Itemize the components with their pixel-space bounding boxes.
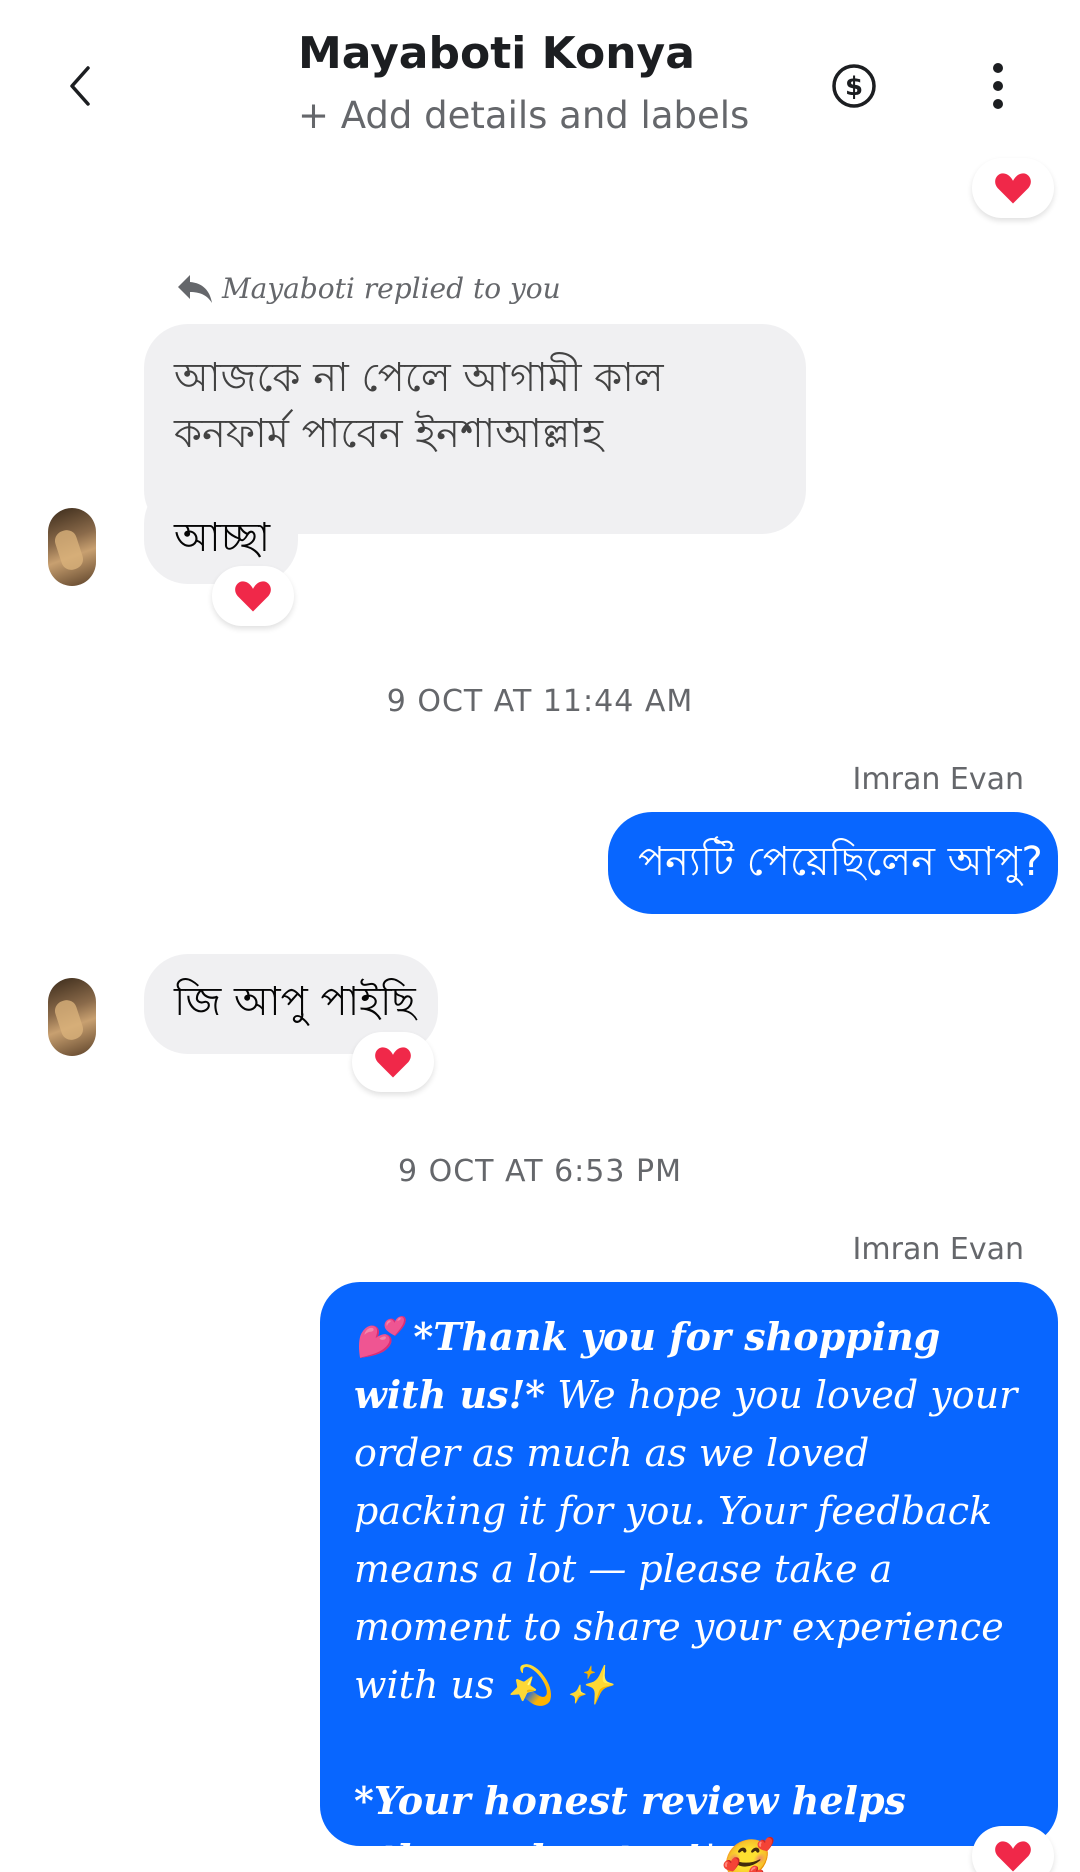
message-footer-text: *Your honest review helps others glow to… (354, 1778, 906, 1872)
sender-name: Imran Evan (852, 1232, 1024, 1267)
dollar-icon: $ (832, 64, 876, 108)
quoted-message-text: আজকে না পেলে আগামী কাল কনফার্ম পাবেন ইনশ… (174, 355, 664, 457)
outgoing-message-bubble[interactable]: 💕 *Thank you for shopping with us!* We h… (320, 1282, 1058, 1872)
message-text: পন্যটি পেয়েছিলেন আপু? (638, 839, 1043, 885)
reply-arrow-icon (178, 274, 212, 303)
chat-screen: Mayaboti Konya + Add details and labels … (0, 0, 1080, 1872)
add-details-link[interactable]: + Add details and labels (298, 94, 749, 137)
chevron-left-icon (70, 66, 90, 106)
heart-icon (235, 581, 271, 612)
avatar[interactable] (48, 508, 96, 586)
message-text: জি আপু পাইছি (174, 979, 416, 1025)
reaction-heart[interactable] (972, 1826, 1054, 1872)
contact-name[interactable]: Mayaboti Konya (298, 28, 695, 79)
more-vertical-icon (993, 63, 1003, 109)
svg-text:$: $ (845, 72, 863, 102)
message-emoji: 💕 (354, 1315, 402, 1359)
outgoing-message-bubble[interactable]: পন্যটি পেয়েছিলেন আপু? (608, 812, 1058, 914)
timestamp: 9 OCT AT 6:53 PM (398, 1154, 682, 1189)
payment-button[interactable]: $ (830, 62, 878, 110)
message-text: আচ্ছা (174, 515, 271, 561)
back-button[interactable] (56, 58, 104, 114)
message-body-text: We hope you loved your order as much as … (354, 1373, 1018, 1707)
timestamp: 9 OCT AT 11:44 AM (386, 684, 694, 719)
avatar[interactable] (48, 978, 96, 1056)
reaction-heart[interactable] (352, 1032, 434, 1092)
chat-header: Mayaboti Konya + Add details and labels … (0, 0, 1080, 170)
heart-icon (375, 1047, 411, 1078)
more-options-button[interactable] (980, 60, 1016, 112)
reply-indicator-text: Mayaboti replied to you (222, 272, 561, 305)
heart-icon (995, 173, 1031, 204)
message-text: 💕 *Thank you for shopping with us!* We h… (354, 1308, 1028, 1714)
reaction-heart[interactable] (212, 566, 294, 626)
reaction-heart[interactable] (972, 158, 1054, 218)
sender-name: Imran Evan (852, 762, 1024, 797)
heart-icon (995, 1841, 1031, 1872)
reply-indicator: Mayaboti replied to you (176, 272, 561, 305)
